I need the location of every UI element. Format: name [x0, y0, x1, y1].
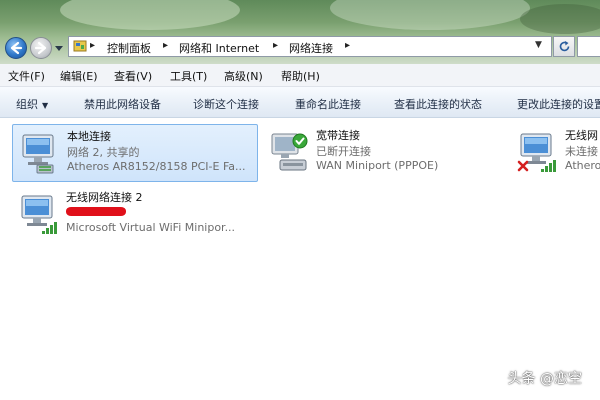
breadcrumb-network-internet[interactable]: 网络和 Internet	[179, 40, 259, 56]
connection-device: WAN Miniport (PPPOE)	[316, 159, 439, 172]
menu-bar: 文件(F) 编辑(E) 查看(V) 工具(T) 高级(N) 帮助(H)	[0, 64, 600, 87]
refresh-button[interactable]	[553, 36, 575, 57]
rename-connection-button[interactable]: 重命名此连接	[295, 96, 361, 112]
connection-device: Athero	[565, 159, 600, 172]
menu-file[interactable]: 文件(F)	[8, 68, 45, 84]
search-input[interactable]	[577, 36, 600, 57]
back-button[interactable]	[5, 37, 27, 59]
connection-name: 无线网络连接 2	[66, 191, 143, 204]
arrow-left-icon	[10, 41, 23, 55]
wireless-computer-icon	[21, 195, 57, 234]
menu-help[interactable]: 帮助(H)	[281, 68, 320, 84]
breadcrumb-control-panel[interactable]: 控制面板	[107, 40, 151, 56]
connection-name: 宽带连接	[316, 129, 360, 142]
connection-status: 网络 2, 共享的	[67, 146, 140, 159]
breadcrumb-separator[interactable]: ▸	[345, 40, 350, 51]
aero-glass-highlight	[60, 0, 240, 30]
redaction-mark	[66, 207, 126, 216]
wireless-disconnected-icon	[517, 133, 556, 172]
connection-name: 无线网	[565, 129, 598, 142]
diagnose-connection-button[interactable]: 诊断这个连接	[193, 96, 259, 112]
arrow-right-icon	[34, 41, 47, 55]
recent-pages-dropdown-icon[interactable]	[55, 44, 63, 52]
breadcrumb-network-connections[interactable]: 网络连接	[289, 40, 333, 56]
view-connection-status-button[interactable]: 查看此连接的状态	[394, 96, 482, 112]
connection-device: Atheros AR8152/8158 PCI-E Fa...	[67, 160, 246, 173]
address-history-dropdown-icon[interactable]: ▼	[535, 40, 542, 50]
menu-tools[interactable]: 工具(T)	[170, 68, 207, 84]
connection-name: 本地连接	[67, 130, 111, 143]
connection-status: 已断开连接	[316, 145, 371, 158]
connection-device: Microsoft Virtual WiFi Minipor...	[66, 221, 236, 234]
breadcrumb-separator[interactable]: ▸	[163, 40, 168, 51]
source-watermark: 头条 @恋空	[507, 371, 582, 387]
menu-edit[interactable]: 编辑(E)	[60, 68, 98, 84]
connections-list: 本地连接 网络 2, 共享的 Atheros AR8152/8158 PCI-E…	[0, 118, 600, 400]
connection-item-local[interactable]: 本地连接 网络 2, 共享的 Atheros AR8152/8158 PCI-E…	[12, 124, 258, 182]
control-panel-icon	[73, 40, 87, 52]
breadcrumb-separator[interactable]: ▸	[273, 40, 278, 51]
connection-item-broadband[interactable]: 宽带连接 已断开连接 WAN Miniport (PPPOE)	[262, 124, 508, 182]
window-titlebar: ▸ 控制面板 ▸ 网络和 Internet ▸ 网络连接 ▸ ▼	[0, 0, 600, 64]
menu-advanced[interactable]: 高级(N)	[224, 68, 263, 84]
broadband-modem-icon	[271, 133, 308, 171]
aero-glass-shadow	[520, 4, 600, 34]
connection-item-wireless-2[interactable]: 无线网络连接 2 Microsoft Virtual WiFi Minipor.…	[12, 186, 258, 244]
breadcrumb-separator: ▸	[90, 40, 96, 51]
command-bar: 组织 ▼ 禁用此网络设备 诊断这个连接 重命名此连接 查看此连接的状态 更改此连接…	[0, 87, 600, 118]
menu-view[interactable]: 查看(V)	[114, 68, 152, 84]
disable-device-button[interactable]: 禁用此网络设备	[84, 96, 161, 112]
chevron-down-icon: ▼	[42, 101, 49, 110]
refresh-icon	[559, 41, 570, 52]
address-bar[interactable]: ▸ 控制面板 ▸ 网络和 Internet ▸ 网络连接 ▸ ▼	[68, 36, 552, 57]
organize-button[interactable]: 组织 ▼	[16, 96, 48, 112]
forward-button[interactable]	[30, 37, 52, 59]
connection-item-wireless[interactable]: 无线网 未连接 Athero	[511, 124, 600, 182]
aero-glass-highlight	[330, 0, 530, 30]
organize-label: 组织	[16, 98, 38, 111]
connection-status: 未连接	[565, 145, 598, 158]
change-connection-settings-button[interactable]: 更改此连接的设置	[517, 96, 600, 112]
ethernet-computer-icon	[22, 134, 54, 174]
